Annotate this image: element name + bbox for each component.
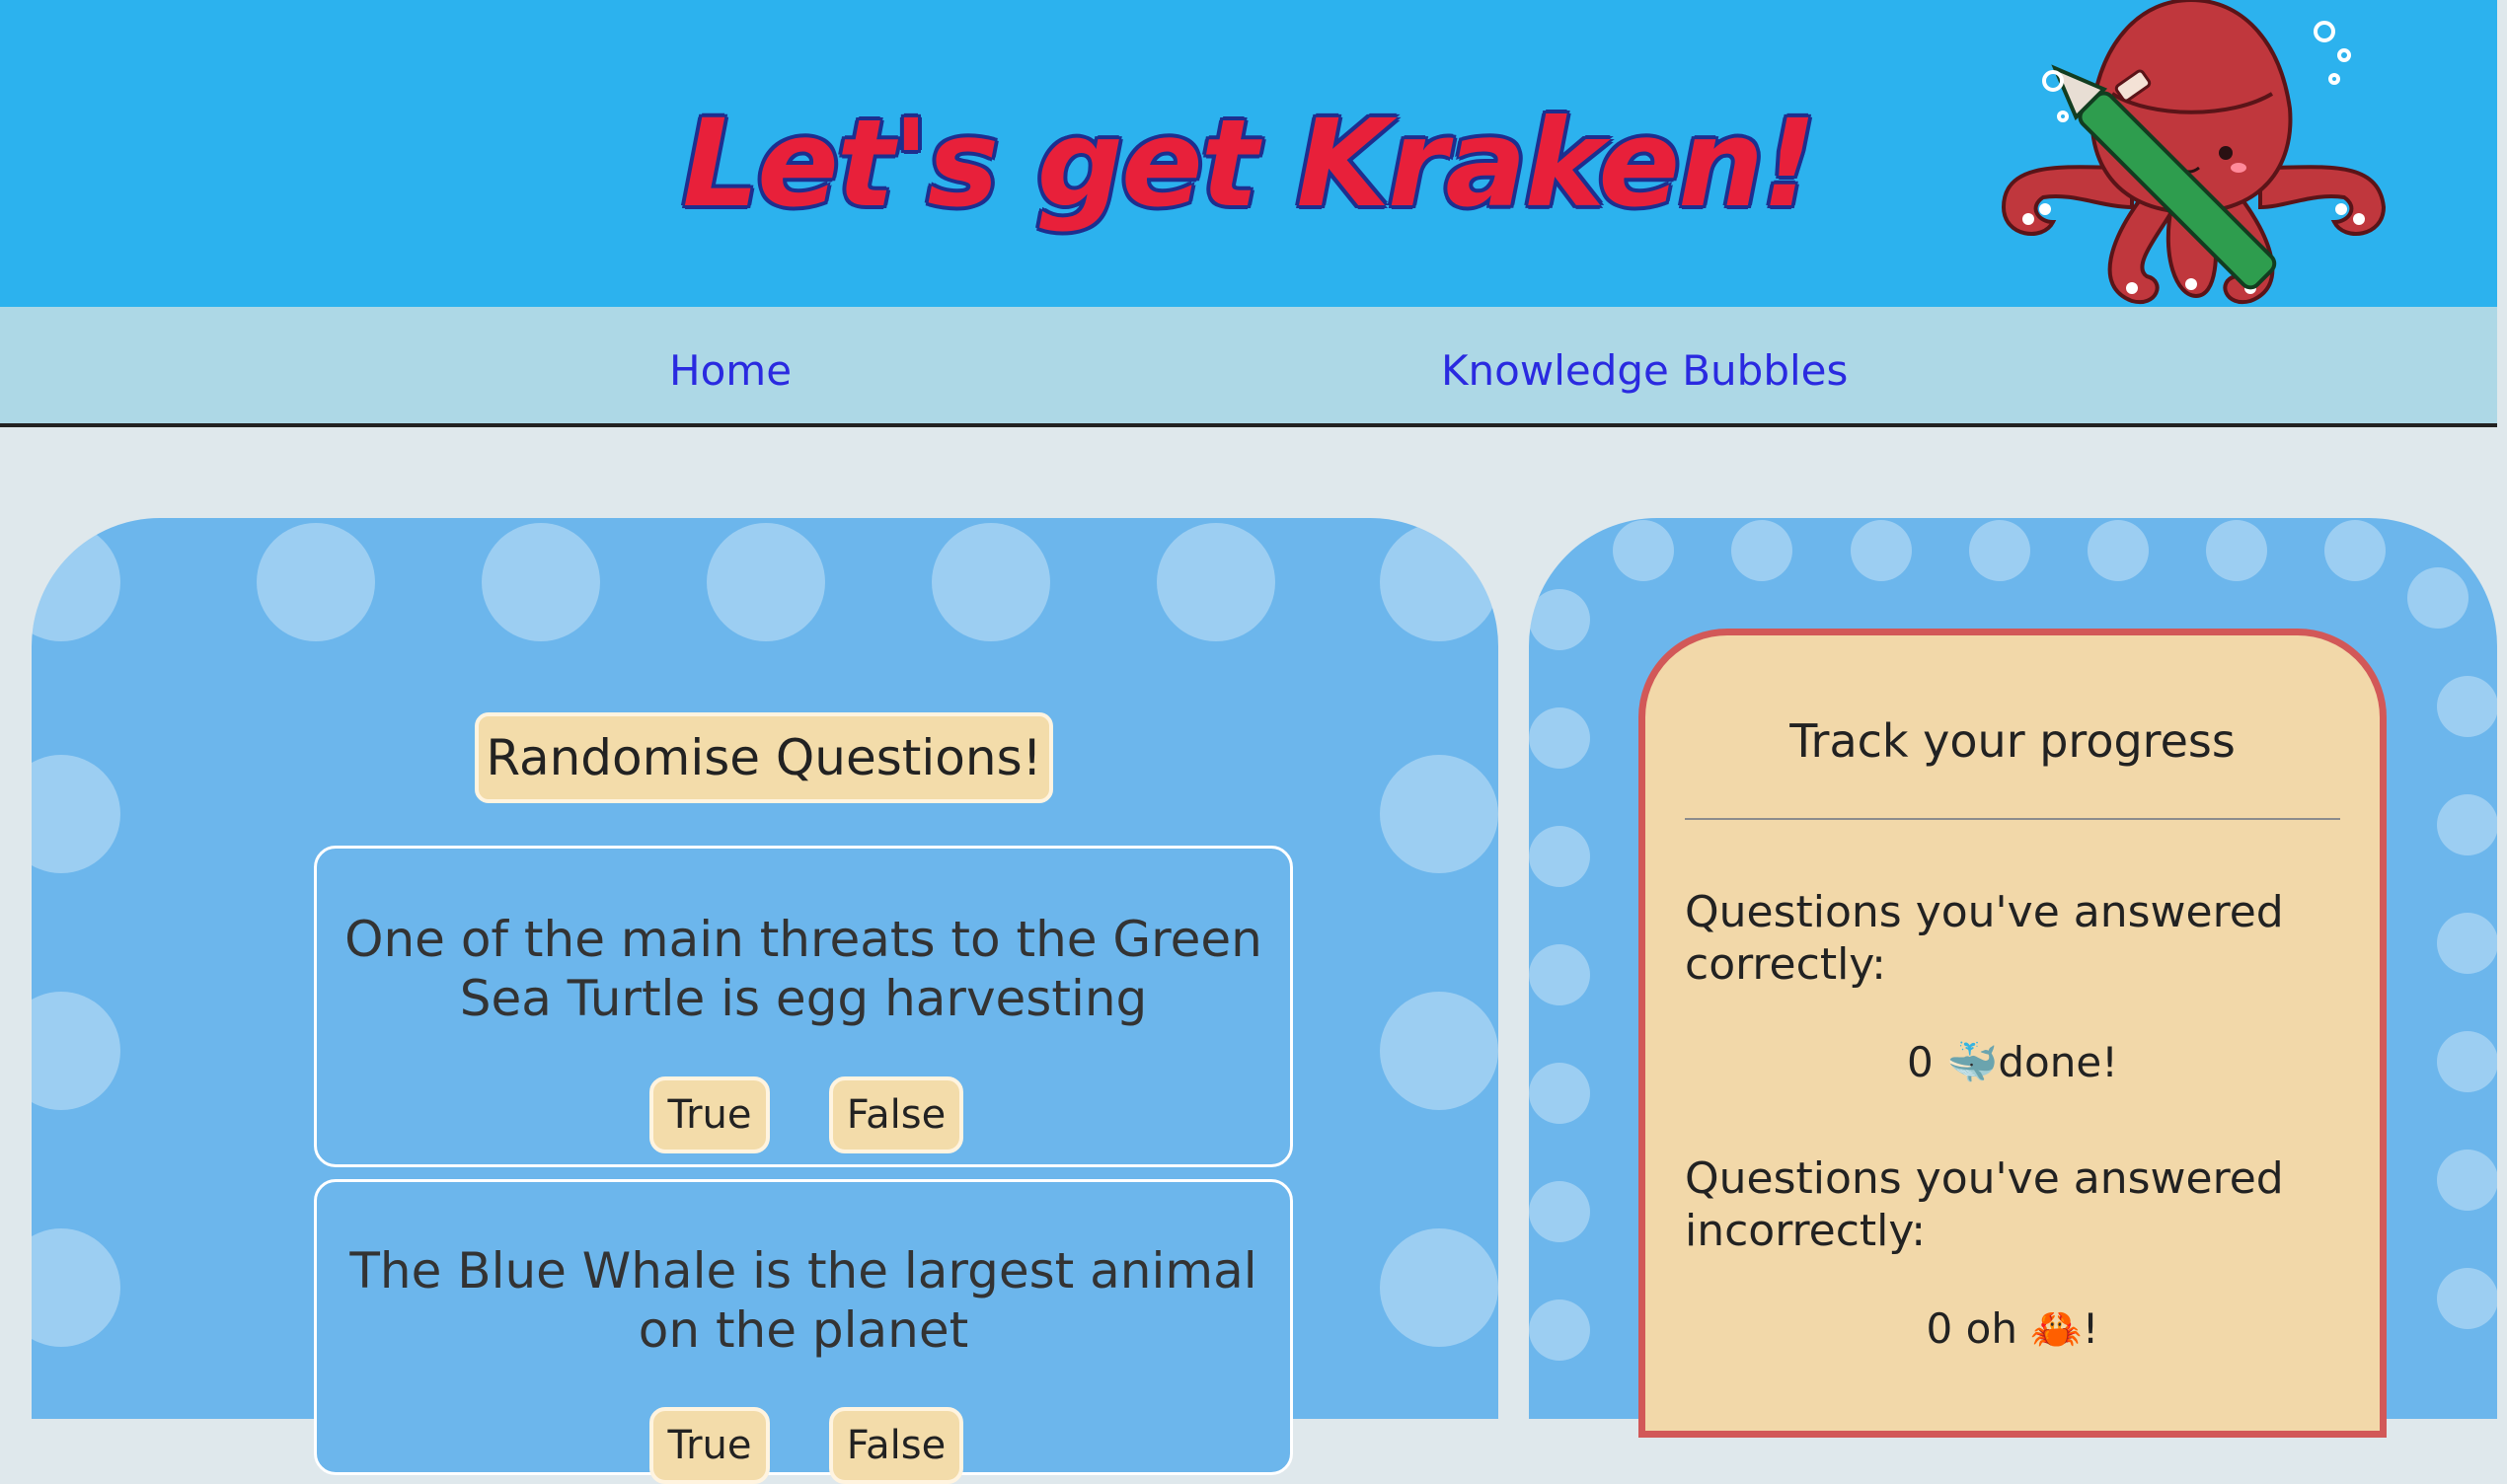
bubble-decoration xyxy=(707,523,825,641)
bubble-decoration xyxy=(1529,589,1590,650)
correct-suffix: done! xyxy=(1998,1038,2119,1086)
bubble-decoration xyxy=(1529,1299,1590,1361)
nav-home-link[interactable]: Home xyxy=(669,346,792,395)
bubble-decoration xyxy=(32,1228,120,1347)
true-button[interactable]: True xyxy=(649,1076,770,1153)
crab-icon: 🦀 xyxy=(2030,1304,2083,1353)
kraken-mascot-icon xyxy=(2001,0,2387,305)
question-card: One of the main threats to the Green Sea… xyxy=(314,846,1293,1167)
main-nav: Home Knowledge Bubbles xyxy=(0,307,2497,427)
correct-count: 0 xyxy=(1906,1038,1934,1086)
question-text: The Blue Whale is the largest animal on … xyxy=(349,1242,1257,1359)
bubble-decoration xyxy=(2437,676,2497,737)
progress-card: Track your progress Questions you've ans… xyxy=(1638,629,2387,1438)
bubble-decoration xyxy=(482,523,600,641)
bubble-decoration xyxy=(1731,520,1792,581)
bubble-decoration xyxy=(1613,520,1674,581)
bubble-decoration xyxy=(2437,1031,2497,1092)
bubble-decoration xyxy=(32,523,120,641)
bubble-decoration xyxy=(1529,944,1590,1005)
bubble-decoration xyxy=(932,523,1050,641)
correct-label: Questions you've answered correctly: xyxy=(1685,887,2284,990)
bubble-decoration xyxy=(2437,913,2497,974)
bubble-decoration xyxy=(1529,1181,1590,1242)
bubble-decoration xyxy=(32,755,120,873)
bubble-decoration xyxy=(1380,1228,1498,1347)
incorrect-suffix: ! xyxy=(2082,1304,2099,1353)
question-card: The Blue Whale is the largest animal on … xyxy=(314,1179,1293,1484)
bubble-decoration xyxy=(1380,992,1498,1110)
bubble-decoration xyxy=(1380,755,1498,873)
incorrect-count: 0 xyxy=(1926,1304,1953,1353)
site-header: Let's get Kraken! xyxy=(0,0,2497,307)
randomise-questions-button[interactable]: Randomise Questions! xyxy=(475,712,1053,803)
bubble-decoration xyxy=(2088,520,2149,581)
progress-title: Track your progress xyxy=(1789,714,2236,768)
bubble-decoration xyxy=(1529,707,1590,769)
question-text: One of the main threats to the Green Sea… xyxy=(344,911,1262,1027)
bubble-decoration xyxy=(32,992,120,1110)
incorrect-text: oh xyxy=(1965,1304,2017,1353)
bubble-decoration xyxy=(1851,520,1912,581)
bubble-decoration xyxy=(1157,523,1275,641)
bubble-decoration xyxy=(2407,567,2469,629)
incorrect-count-row: 0 oh 🦀! xyxy=(1645,1304,2380,1354)
bubble-decoration xyxy=(1529,826,1590,887)
bubble-decoration xyxy=(2437,1150,2497,1211)
divider xyxy=(1685,818,2340,820)
bubble-decoration xyxy=(2437,794,2497,855)
nav-knowledge-bubbles-link[interactable]: Knowledge Bubbles xyxy=(1441,346,1848,395)
bubble-decoration xyxy=(1969,520,2030,581)
correct-count-row: 0 🐳done! xyxy=(1645,1038,2380,1087)
false-button[interactable]: False xyxy=(829,1076,963,1153)
bubble-decoration xyxy=(1380,523,1498,641)
incorrect-label: Questions you've answered incorrectly: xyxy=(1685,1153,2284,1256)
bubble-decoration xyxy=(2437,1268,2497,1329)
bubble-decoration xyxy=(2324,520,2386,581)
whale-icon: 🐳 xyxy=(1946,1038,1999,1086)
bubble-decoration xyxy=(257,523,375,641)
bubble-decoration xyxy=(1529,1063,1590,1124)
bubble-decoration xyxy=(2206,520,2267,581)
